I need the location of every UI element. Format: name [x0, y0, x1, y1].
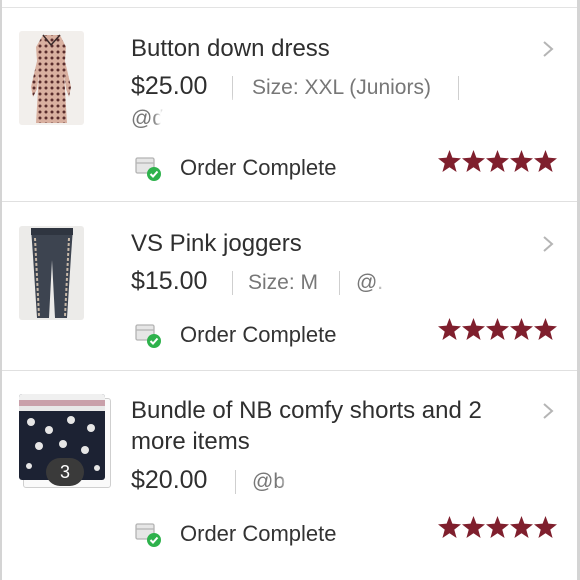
divider	[458, 76, 459, 100]
star-icon	[510, 516, 533, 538]
star-icon	[534, 150, 557, 172]
order-status: Order Complete	[180, 521, 337, 546]
product-thumbnail[interactable]	[19, 226, 84, 320]
redaction-block	[383, 260, 526, 300]
bundle-count-badge: 3	[46, 458, 84, 486]
item-size: Size: XXL (Juniors)	[252, 76, 431, 99]
package-check-icon	[135, 523, 161, 547]
package-check-icon	[135, 324, 161, 348]
order-title[interactable]: Button down dress	[131, 33, 511, 64]
seller-username[interactable]: @b	[252, 470, 285, 494]
package-check-icon	[135, 157, 161, 181]
star-icon	[438, 318, 461, 340]
divider	[2, 370, 577, 371]
divider	[235, 470, 236, 494]
chevron-right-icon[interactable]	[539, 40, 557, 58]
order-status: Order Complete	[180, 322, 337, 347]
order-price: $15.00	[131, 267, 208, 295]
chevron-right-icon[interactable]	[539, 402, 557, 420]
star-icon	[462, 516, 485, 538]
star-icon	[534, 318, 557, 340]
redaction-block	[287, 466, 465, 496]
redaction-block	[160, 104, 308, 134]
rating-stars	[438, 318, 557, 340]
order-title[interactable]: Bundle of NB comfy shorts and 2 more ite…	[131, 395, 511, 457]
star-icon	[438, 516, 461, 538]
divider	[232, 271, 233, 295]
order-status: Order Complete	[180, 155, 337, 180]
item-size: Size: M	[248, 271, 319, 294]
star-icon	[486, 150, 509, 172]
star-icon	[486, 516, 509, 538]
chevron-right-icon[interactable]	[539, 235, 557, 253]
divider	[2, 7, 577, 8]
star-icon	[534, 516, 557, 538]
frame-left-border	[0, 0, 2, 580]
divider	[2, 201, 577, 202]
product-thumbnail[interactable]	[19, 31, 84, 125]
star-icon	[462, 318, 485, 340]
rating-stars	[438, 516, 557, 538]
order-price: $20.00	[131, 466, 208, 494]
star-icon	[510, 150, 533, 172]
order-price: $25.00	[131, 72, 208, 100]
seller-username[interactable]: @.	[356, 271, 383, 295]
star-icon	[510, 318, 533, 340]
star-icon	[486, 318, 509, 340]
divider	[339, 271, 340, 295]
star-icon	[462, 150, 485, 172]
divider	[232, 76, 233, 100]
order-title[interactable]: VS Pink joggers	[131, 228, 511, 259]
rating-stars	[438, 150, 557, 172]
star-icon	[438, 150, 461, 172]
